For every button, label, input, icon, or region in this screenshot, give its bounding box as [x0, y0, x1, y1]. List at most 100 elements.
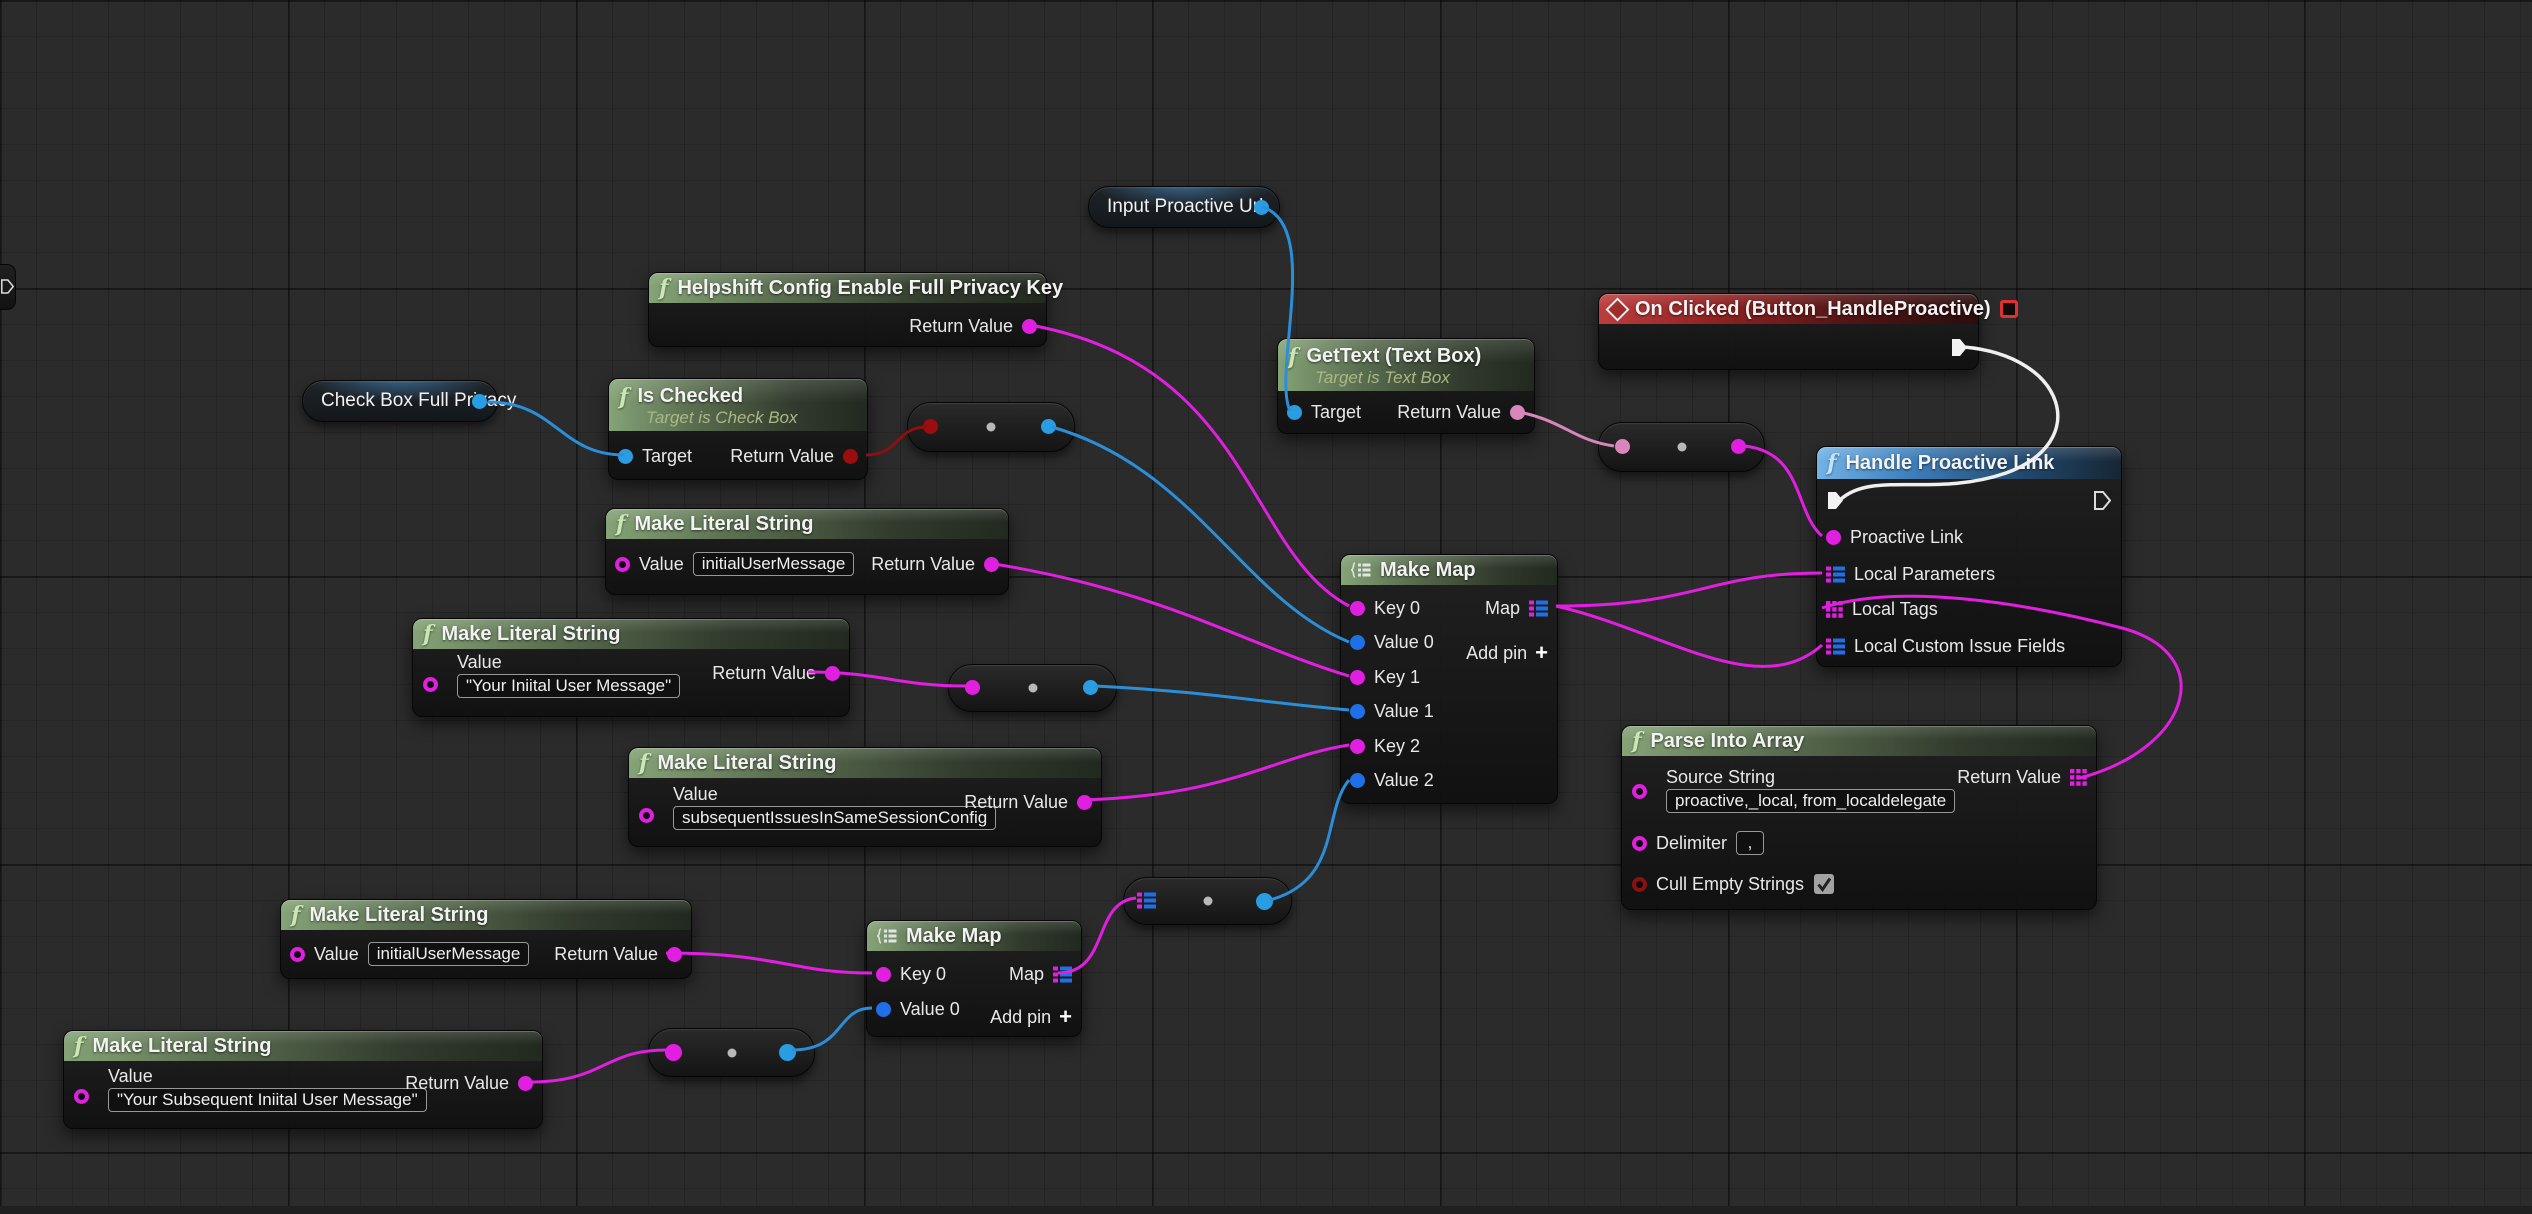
- bool-output-pin[interactable]: [843, 449, 858, 464]
- pin-label: Return Value: [909, 316, 1013, 337]
- wire-conv-to-map1-value1[interactable]: [1095, 686, 1349, 710]
- conversion-node-bool-to-object[interactable]: [907, 402, 1075, 452]
- delimiter-field[interactable]: ,: [1736, 831, 1764, 855]
- bool-input-pin[interactable]: [1632, 877, 1647, 892]
- array-output-pin[interactable]: [2070, 769, 2087, 786]
- object-output-pin[interactable]: [779, 1044, 796, 1061]
- object-output-pin[interactable]: [1083, 680, 1098, 695]
- bool-input-pin[interactable]: [923, 419, 938, 434]
- string-input-pin[interactable]: [965, 680, 980, 695]
- map-output-pin[interactable]: [1529, 600, 1548, 617]
- delegate-pin-icon[interactable]: [2000, 300, 2018, 318]
- object-input-pin[interactable]: [618, 449, 633, 464]
- string-input-pin[interactable]: [1350, 601, 1365, 616]
- object-output-pin[interactable]: [1256, 893, 1273, 910]
- text-input-pin[interactable]: [1615, 439, 1630, 454]
- exec-out-pin[interactable]: [2094, 491, 2111, 510]
- string-input-pin[interactable]: [876, 967, 891, 982]
- object-input-pin[interactable]: [1350, 773, 1365, 788]
- node-make-map-bottom[interactable]: Make Map Key 0 Value 0 Map + Add pin: [866, 920, 1082, 1037]
- value-field[interactable]: initialUserMessage: [693, 552, 855, 576]
- wire-mls5-to-conv[interactable]: [522, 1050, 666, 1082]
- offscreen-node-edge: [0, 264, 16, 310]
- string-input-pin[interactable]: [290, 947, 305, 962]
- object-input-pin[interactable]: [1287, 405, 1302, 420]
- string-input-pin[interactable]: [74, 1089, 89, 1104]
- string-input-pin[interactable]: [615, 557, 630, 572]
- node-make-literal-string-5[interactable]: f Make Literal String Value "Your Subseq…: [63, 1030, 543, 1129]
- node-on-clicked-button-handleproactive[interactable]: On Clicked (Button_HandleProactive): [1598, 293, 1979, 370]
- map-input-pin[interactable]: [1826, 638, 1845, 655]
- wire-mls4-to-map2-key0[interactable]: [666, 953, 872, 973]
- wire-map1-to-handle-fields[interactable]: [1556, 606, 1822, 666]
- exec-in-pin[interactable]: [1827, 491, 1844, 510]
- value-field[interactable]: "Your Subsequent Iniital User Message": [108, 1088, 427, 1112]
- node-gettext-text-box[interactable]: f GetText (Text Box) Target is Text Box …: [1277, 338, 1535, 434]
- node-make-literal-string-3[interactable]: f Make Literal String Value subsequentIs…: [628, 747, 1102, 847]
- exec-out-pin[interactable]: [1951, 338, 1968, 357]
- add-pin-button[interactable]: + Add pin: [990, 1007, 1072, 1027]
- object-output-pin[interactable]: [1041, 419, 1056, 434]
- map-output-pin[interactable]: [1053, 966, 1072, 983]
- object-output-pin[interactable]: [472, 394, 487, 409]
- node-title: Make Literal String: [634, 513, 813, 536]
- node-helpshift-config-enable-full-privacy-key[interactable]: f Helpshift Config Enable Full Privacy K…: [648, 272, 1047, 347]
- node-title: On Clicked (Button_HandleProactive): [1635, 298, 1991, 321]
- object-output-pin[interactable]: [1254, 200, 1269, 215]
- array-input-pin[interactable]: [1826, 601, 1843, 618]
- string-input-pin[interactable]: [1350, 670, 1365, 685]
- object-input-pin[interactable]: [876, 1002, 891, 1017]
- variable-node-check-box-full-privacy[interactable]: Check Box Full Privacy: [302, 380, 498, 422]
- wire-conv-to-map1-value0[interactable]: [1052, 427, 1349, 642]
- value-field[interactable]: initialUserMessage: [368, 942, 530, 966]
- exec-out-icon[interactable]: [1, 277, 14, 296]
- string-output-pin[interactable]: [984, 557, 999, 572]
- source-string-field[interactable]: proactive,_local, from_localdelegate: [1666, 789, 1955, 813]
- object-input-pin[interactable]: [1350, 704, 1365, 719]
- pin-label: Local Parameters: [1854, 564, 1995, 585]
- string-output-pin[interactable]: [1022, 319, 1037, 334]
- wire-map1-to-handle-params[interactable]: [1556, 573, 1822, 606]
- node-handle-proactive-link[interactable]: f Handle Proactive Link Proactive Link L…: [1816, 446, 2122, 667]
- blueprint-canvas[interactable]: Input Proactive Url f Helpshift Config E…: [0, 0, 2532, 1214]
- text-output-pin[interactable]: [1510, 405, 1525, 420]
- node-is-checked[interactable]: f Is Checked Target is Check Box Target …: [608, 378, 868, 480]
- node-make-literal-string-2[interactable]: f Make Literal String Value "Your Iniita…: [412, 618, 850, 717]
- string-input-pin[interactable]: [1350, 739, 1365, 754]
- node-title: Make Literal String: [657, 752, 836, 775]
- node-make-literal-string-1[interactable]: f Make Literal String Value initialUserM…: [605, 508, 1009, 595]
- string-output-pin[interactable]: [667, 947, 682, 962]
- string-input-pin[interactable]: [1632, 784, 1647, 799]
- conversion-node-map-to-object[interactable]: [1123, 877, 1292, 925]
- string-input-pin[interactable]: [1632, 836, 1647, 851]
- object-input-pin[interactable]: [1350, 635, 1365, 650]
- map-input-pin[interactable]: [1137, 892, 1156, 909]
- node-make-map-top[interactable]: Make Map Key 0 Value 0 Key 1 Value 1 Key…: [1340, 554, 1558, 804]
- wire-mls3-to-map1-key2[interactable]: [1084, 745, 1349, 800]
- string-input-pin[interactable]: [665, 1044, 682, 1061]
- string-output-pin[interactable]: [1731, 439, 1746, 454]
- string-output-pin[interactable]: [518, 1076, 533, 1091]
- variable-node-input-proactive-url[interactable]: Input Proactive Url: [1088, 186, 1280, 228]
- conversion-node-string-to-object[interactable]: [948, 664, 1117, 712]
- conversion-node-text-to-string[interactable]: [1598, 422, 1765, 472]
- pure-function-icon: f: [619, 387, 628, 407]
- string-output-pin[interactable]: [825, 666, 840, 681]
- string-output-pin[interactable]: [1077, 795, 1092, 810]
- string-input-pin[interactable]: [639, 808, 654, 823]
- checkbox-checked-icon[interactable]: [1813, 873, 1835, 895]
- value-field[interactable]: subsequentIssuesInSameSessionConfig: [673, 806, 996, 830]
- node-make-literal-string-4[interactable]: f Make Literal String Value initialUserM…: [280, 899, 692, 979]
- conversion-node-string-to-object-bottom[interactable]: [648, 1028, 815, 1077]
- string-input-pin[interactable]: [423, 677, 438, 692]
- string-input-pin[interactable]: [1826, 530, 1841, 545]
- wire-mls1-to-map1-key1[interactable]: [988, 563, 1349, 676]
- add-pin-button[interactable]: + Add pin: [1466, 643, 1548, 663]
- pin-label: Target: [1311, 402, 1361, 423]
- pure-function-icon: f: [659, 278, 668, 298]
- map-input-pin[interactable]: [1826, 566, 1845, 583]
- value-field[interactable]: "Your Iniital User Message": [457, 674, 680, 698]
- pin-label: Delimiter: [1656, 833, 1727, 854]
- node-title: Make Literal String: [92, 1035, 271, 1058]
- node-parse-into-array[interactable]: f Parse Into Array Source String proacti…: [1621, 725, 2097, 910]
